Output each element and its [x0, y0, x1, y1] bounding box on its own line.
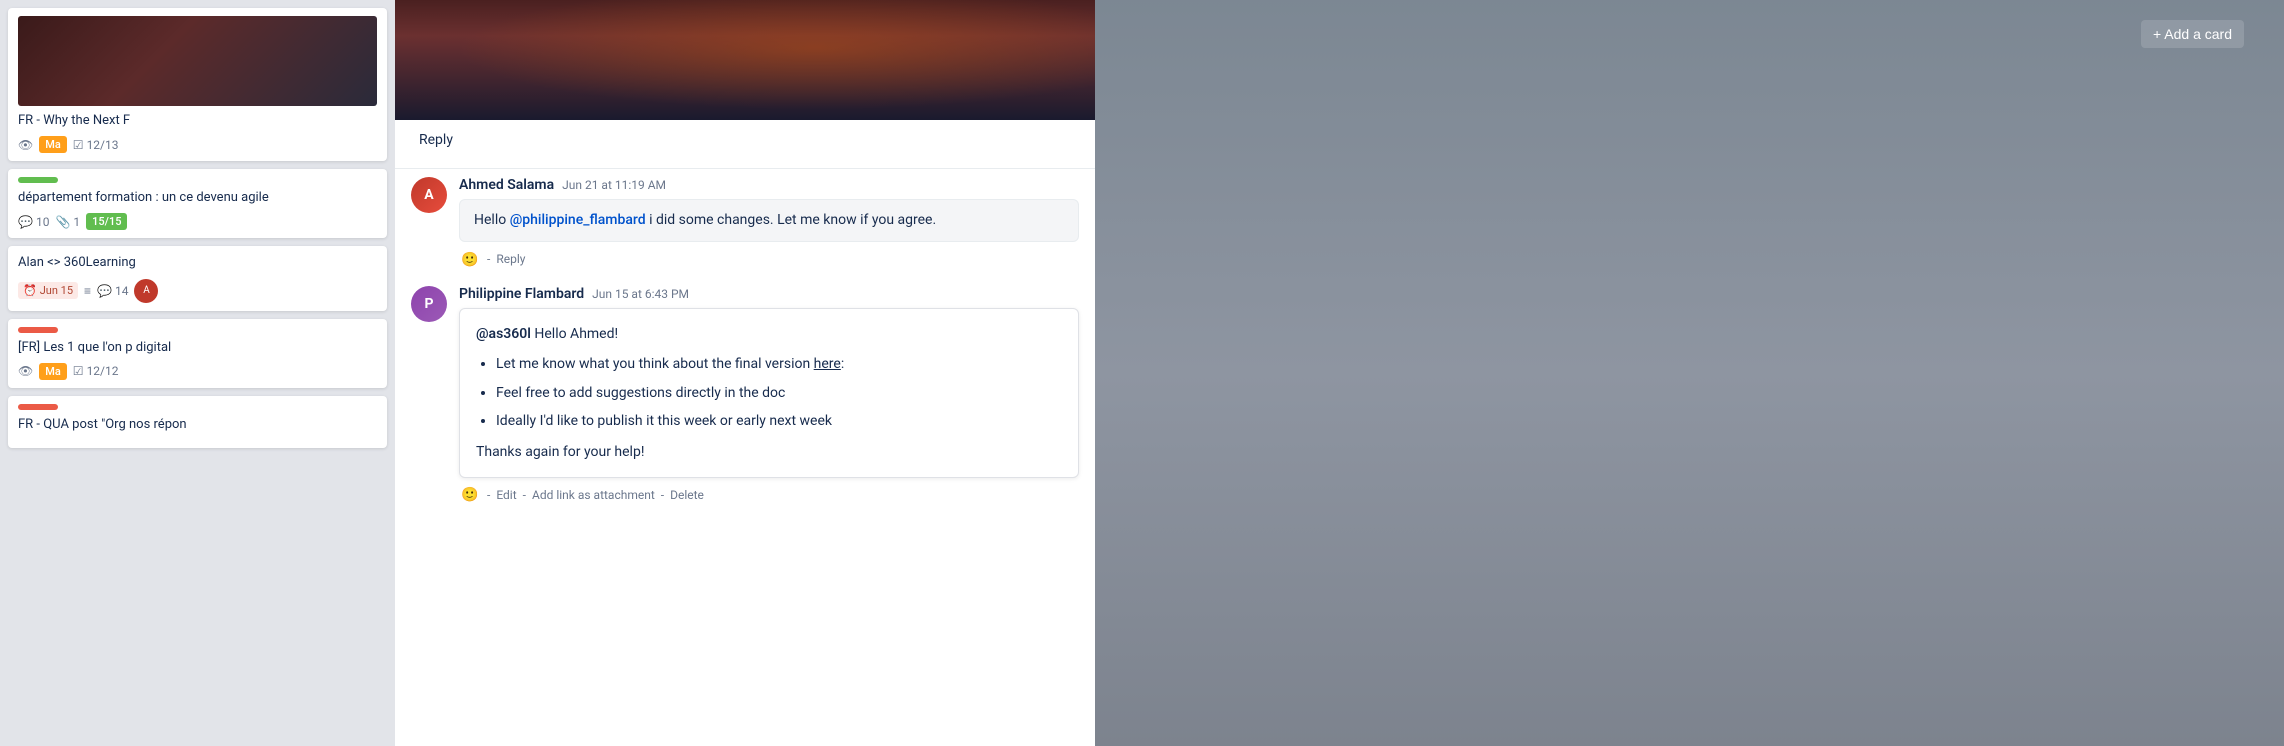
eye-icon: 👁: [18, 364, 33, 378]
sep3: -: [661, 488, 664, 502]
badge-15: 15/15: [86, 213, 127, 230]
divider: [395, 168, 1095, 169]
card-5[interactable]: FR - QUA post "Org nos répon: [8, 396, 387, 448]
add-card-button[interactable]: + Add a card: [2141, 20, 2244, 48]
avatar: A: [134, 279, 158, 303]
comment-time-ahmed: Jun 21 at 11:19 AM: [562, 178, 666, 192]
comment-time-philippine: Jun 15 at 6:43 PM: [592, 287, 689, 301]
philippine-greeting: @as360l Hello Ahmed!: [476, 323, 1062, 345]
hero-image: [395, 0, 1095, 120]
sep2: -: [523, 488, 526, 502]
card-title: FR - Why the Next F: [18, 112, 377, 130]
comment-author-philippine: Philippine Flambard: [459, 286, 584, 302]
card-1[interactable]: FR - Why the Next F 👁 Ma ☑ 12/13: [8, 8, 387, 161]
right-background: [1095, 0, 2284, 746]
comment-body-ahmed: Ahmed Salama Jun 21 at 11:19 AM Hello @p…: [459, 177, 1079, 270]
avatar-image-philippine: P: [411, 286, 447, 322]
badge-ma: Ma: [39, 363, 67, 380]
emoji-react-button-philippine[interactable]: 🙂: [459, 484, 481, 506]
comment-header-ahmed: Ahmed Salama Jun 21 at 11:19 AM: [459, 177, 1079, 193]
action-separator: -: [487, 252, 490, 266]
comment-actions-philippine: 🙂 - Edit - Add link as attachment - Dele…: [459, 484, 1079, 506]
bullet-2: Feel free to add suggestions directly in…: [496, 382, 1062, 404]
comment-icon: 💬 10: [18, 215, 49, 229]
message-post: i did some changes. Let me know if you a…: [646, 212, 937, 228]
card-image: [18, 16, 377, 106]
here-link[interactable]: here: [814, 356, 841, 372]
lines-icon: ≡: [84, 284, 91, 298]
bullet-3: Ideally I'd like to publish it this week…: [496, 410, 1062, 432]
avatar-image-ahmed: A: [411, 177, 447, 213]
card-label: [18, 327, 58, 333]
clip-icon: 📎 1: [55, 215, 80, 229]
card-label: [18, 177, 58, 183]
sep1: -: [487, 488, 490, 502]
date-badge: ⏰ Jun 15: [18, 282, 78, 299]
philippine-list: Let me know what you think about the fin…: [496, 353, 1062, 432]
check-icon: ☑ 12/12: [73, 364, 119, 378]
comment-philippine: P Philippine Flambard Jun 15 at 6:43 PM …: [411, 286, 1079, 506]
comment-icon: 💬 14: [97, 284, 128, 298]
top-reply-container: Reply: [395, 120, 1095, 160]
card-list: FR - Why the Next F 👁 Ma ☑ 12/13 départe…: [0, 0, 395, 456]
card-dark-image: [18, 16, 377, 106]
avatar-philippine: P: [411, 286, 447, 322]
reply-ahmed-button[interactable]: Reply: [496, 252, 525, 266]
card-title: FR - QUA post "Org nos répon: [18, 416, 377, 434]
card-2[interactable]: département formation : un ce devenu agi…: [8, 169, 387, 238]
badge-ma: Ma: [39, 136, 67, 153]
emoji-react-button[interactable]: 🙂: [459, 248, 481, 270]
greeting-text: Hello Ahmed!: [531, 326, 618, 342]
card-meta: ⏰ Jun 15 ≡ 💬 14 A: [18, 279, 377, 303]
card-meta: 👁 Ma ☑ 12/12: [18, 363, 377, 380]
delete-button[interactable]: Delete: [670, 488, 704, 502]
message-pre: Hello: [474, 212, 510, 228]
sidebar: FR - Why the Next F 👁 Ma ☑ 12/13 départe…: [0, 0, 395, 746]
hero-overlay: [395, 0, 1095, 120]
comment-bubble-philippine: @as360l Hello Ahmed! Let me know what yo…: [459, 308, 1079, 478]
comment-actions-ahmed: 🙂 - Reply: [459, 248, 1079, 270]
philippine-thanks: Thanks again for your help!: [476, 441, 1062, 463]
comment-body-philippine: Philippine Flambard Jun 15 at 6:43 PM @a…: [459, 286, 1079, 506]
avatar-ahmed: A: [411, 177, 447, 213]
card-4[interactable]: [FR] Les 1 que l'on p digital 👁 Ma ☑ 12/…: [8, 319, 387, 388]
card-title: [FR] Les 1 que l'on p digital: [18, 339, 377, 357]
eye-icon: 👁: [18, 138, 33, 152]
card-3[interactable]: Alan <> 360Learning ⏰ Jun 15 ≡ 💬 14 A: [8, 246, 387, 310]
edit-button[interactable]: Edit: [496, 488, 516, 502]
right-panel: + Add a card: [1095, 0, 2284, 746]
check-icon: ☑ 12/13: [73, 138, 119, 152]
card-meta: 💬 10 📎 1 15/15: [18, 213, 377, 230]
mention-text: @philippine_flambard: [510, 212, 646, 228]
check-symbol: ☑: [73, 138, 84, 152]
bullet-1: Let me know what you think about the fin…: [496, 353, 1062, 375]
comment-author-ahmed: Ahmed Salama: [459, 177, 554, 193]
card-meta: 👁 Ma ☑ 12/13: [18, 136, 377, 153]
card-label: [18, 404, 58, 410]
add-link-button[interactable]: Add link as attachment: [532, 488, 655, 502]
top-reply-button[interactable]: Reply: [407, 124, 465, 156]
comment-ahmed: A Ahmed Salama Jun 21 at 11:19 AM Hello …: [411, 177, 1079, 270]
mention-as360l: @as360l: [476, 326, 531, 342]
card-title: Alan <> 360Learning: [18, 254, 377, 272]
main-content: Reply A Ahmed Salama Jun 21 at 11:19 AM …: [395, 0, 1095, 746]
comment-bubble-ahmed: Hello @philippine_flambard i did some ch…: [459, 199, 1079, 242]
comment-header-philippine: Philippine Flambard Jun 15 at 6:43 PM: [459, 286, 1079, 302]
card-title: département formation : un ce devenu agi…: [18, 189, 377, 207]
comment-section: A Ahmed Salama Jun 21 at 11:19 AM Hello …: [395, 177, 1095, 506]
